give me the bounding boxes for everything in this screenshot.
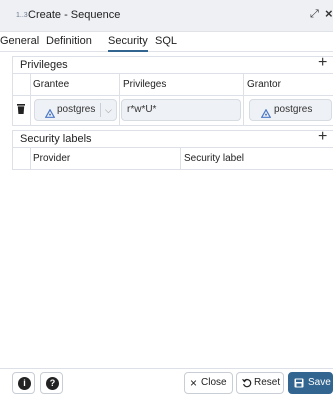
tab-general[interactable]: General xyxy=(0,34,39,50)
dialog-titlebar: 1..3 Create - Sequence ⤢ × xyxy=(0,0,333,32)
column-header-privileges: Privileges xyxy=(123,79,167,90)
trash-icon[interactable] xyxy=(17,103,25,117)
privileges-header: Privileges + xyxy=(12,54,333,74)
dialog-footer: i ? × Close Reset Save xyxy=(0,368,333,397)
reset-button[interactable]: Reset xyxy=(236,372,284,394)
save-button-label: Save xyxy=(308,377,331,388)
grantee-select[interactable]: postgres ⌵ xyxy=(34,99,117,121)
grantor-field: postgres xyxy=(249,99,332,121)
security-labels-title: Security labels xyxy=(20,133,92,145)
tab-bar: General Definition Security SQL xyxy=(0,32,333,52)
reset-button-label: Reset xyxy=(254,377,281,388)
column-header-grantor: Grantor xyxy=(247,79,281,90)
grantor-value: postgres xyxy=(274,104,313,115)
tab-security[interactable]: Security xyxy=(108,34,148,52)
privileges-input[interactable]: r*w*U* xyxy=(121,99,241,121)
help-button[interactable]: ? xyxy=(40,372,63,394)
close-icon[interactable]: × xyxy=(325,6,333,21)
save-icon xyxy=(294,373,304,396)
add-security-label-icon[interactable]: + xyxy=(318,128,327,146)
save-button[interactable]: Save xyxy=(288,372,333,394)
security-labels-header: Security labels + xyxy=(12,128,333,148)
privileges-title: Privileges xyxy=(20,59,68,71)
tab-sql[interactable]: SQL xyxy=(155,34,177,50)
close-icon: × xyxy=(190,376,198,390)
reset-icon xyxy=(242,373,252,396)
dialog-title: Create - Sequence xyxy=(28,9,121,21)
help-icon: ? xyxy=(46,377,59,390)
privilege-row: postgres ⌵ r*w*U* postgres xyxy=(12,96,333,126)
column-header-security-label: Security label xyxy=(184,153,245,164)
chevron-down-icon[interactable]: ⌵ xyxy=(105,100,112,120)
tab-definition[interactable]: Definition xyxy=(46,34,92,50)
add-privilege-icon[interactable]: + xyxy=(318,54,327,72)
close-button[interactable]: × Close xyxy=(184,372,233,394)
close-button-label: Close xyxy=(201,377,227,388)
privileges-grid-header: Grantee Privileges Grantor xyxy=(12,74,333,96)
role-icon xyxy=(260,106,272,126)
column-header-grantee: Grantee xyxy=(33,79,70,90)
expand-icon[interactable]: ⤢ xyxy=(310,8,319,21)
sequence-icon: 1..3 xyxy=(16,12,28,19)
column-header-provider: Provider xyxy=(33,153,71,164)
info-button[interactable]: i xyxy=(12,372,35,394)
grantee-value: postgres xyxy=(57,104,96,115)
role-icon xyxy=(44,106,56,126)
info-icon: i xyxy=(18,377,31,390)
security-labels-grid-header: Provider Security label xyxy=(12,148,333,170)
